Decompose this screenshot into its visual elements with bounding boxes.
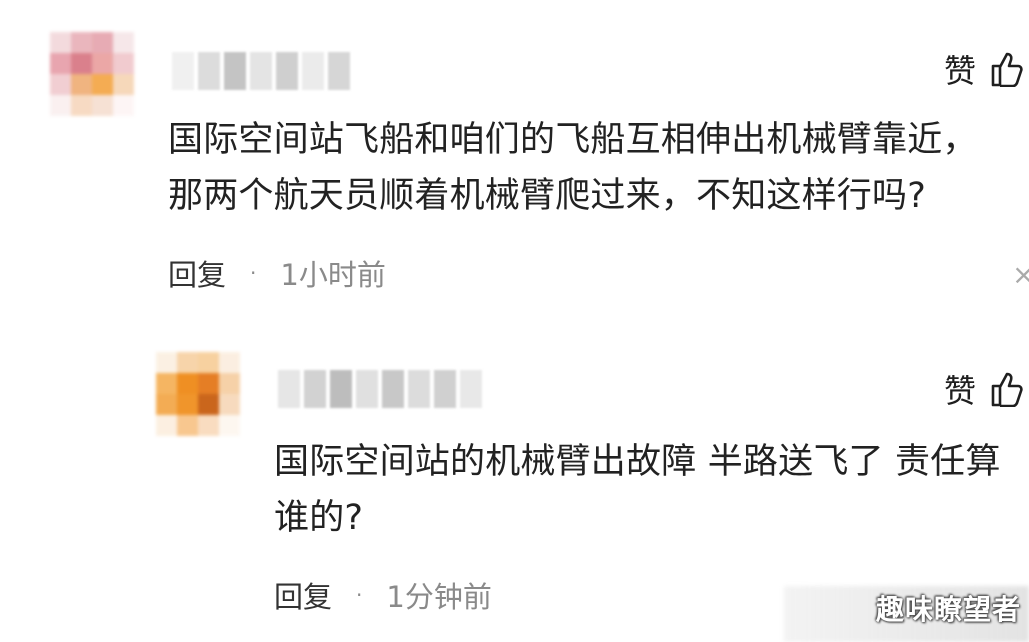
close-icon[interactable]: × (1012, 258, 1029, 291)
thumb-up-icon (991, 52, 1023, 87)
like-button[interactable]: 赞 (944, 366, 1024, 412)
thumb-up-icon (991, 372, 1023, 407)
comment-meta: 回复 · 1小时前 (168, 252, 386, 294)
timestamp: 1小时前 (280, 258, 386, 292)
avatar[interactable] (50, 32, 134, 116)
separator: · (250, 261, 257, 285)
timestamp: 1分钟前 (386, 580, 492, 614)
avatar[interactable] (156, 352, 240, 436)
comment-thread: 赞 国际空间站飞船和咱们的飞船互相伸出机械臂靠近， 那两个航天员顺着机械臂爬过来… (0, 0, 1029, 642)
comment-text: 国际空间站的机械臂出故障 半路送飞了 责任算 谁的? (274, 442, 1001, 538)
separator: · (356, 583, 363, 607)
like-label: 赞 (944, 52, 977, 90)
watermark: 趣味瞭望者 (875, 593, 1021, 626)
comment-meta: 回复 · 1分钟前 (274, 574, 492, 616)
comment-item: 赞 国际空间站飞船和咱们的飞船互相伸出机械臂靠近， 那两个航天员顺着机械臂爬过来… (0, 0, 1029, 330)
like-button[interactable]: 赞 (944, 46, 1024, 92)
username[interactable] (278, 370, 482, 408)
reply-button[interactable]: 回复 (168, 252, 226, 294)
comment-text: 国际空间站飞船和咱们的飞船互相伸出机械臂靠近， 那两个航天员顺着机械臂爬过来，不… (168, 120, 978, 216)
like-label: 赞 (944, 372, 977, 410)
username[interactable] (172, 52, 350, 90)
reply-button[interactable]: 回复 (274, 574, 332, 616)
